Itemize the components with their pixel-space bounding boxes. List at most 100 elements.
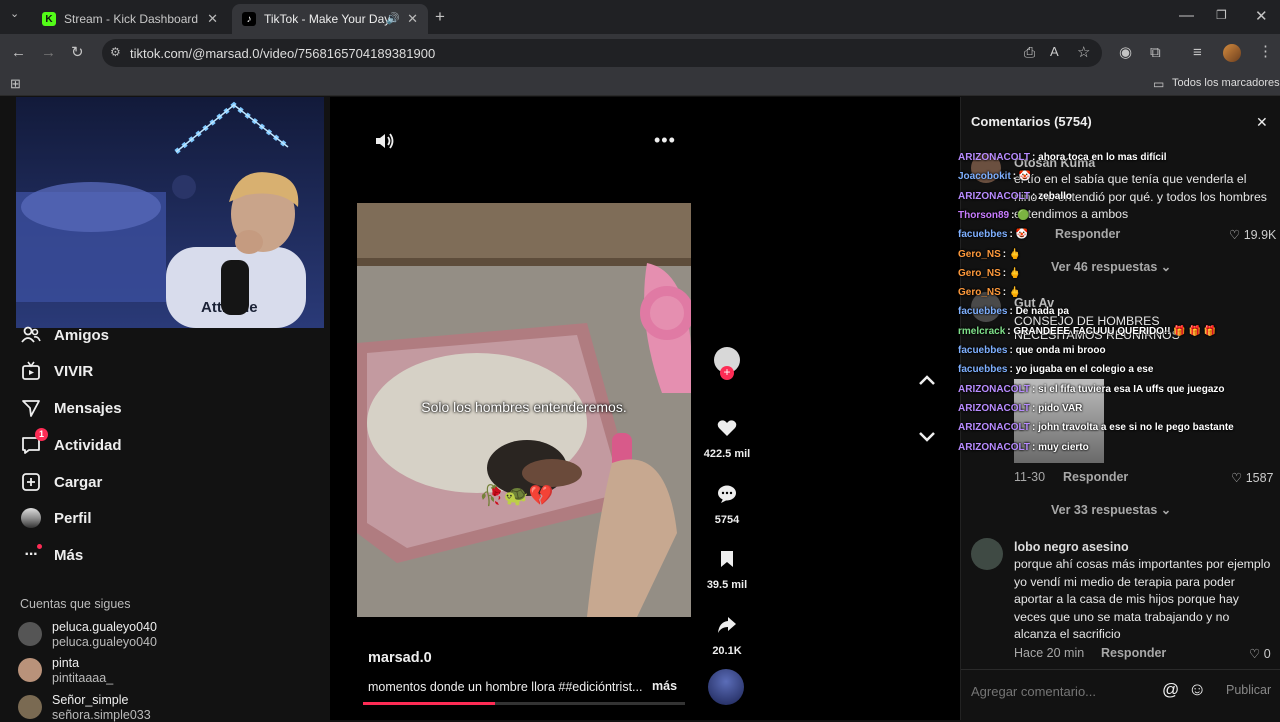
nav-more[interactable]: ··· Más: [20, 542, 83, 568]
chat-username: ARIZONACOLT: [958, 402, 1031, 414]
tab-kick-dashboard[interactable]: K Stream - Kick Dashboard ✕: [32, 4, 228, 34]
reply-button[interactable]: Responder: [1101, 646, 1166, 660]
back-icon[interactable]: ←: [11, 45, 26, 60]
comment-text: porque ahí cosas más importantes por eje…: [1014, 557, 1271, 641]
chat-text: : zeballo: [1032, 190, 1073, 202]
translate-icon[interactable]: A: [1050, 44, 1059, 59]
comments-title: Comentarios (5754): [971, 114, 1092, 129]
media-control-icon[interactable]: ≡: [1193, 45, 1202, 60]
description-more-link[interactable]: más: [652, 679, 677, 693]
extension-icon[interactable]: ◉: [1119, 45, 1132, 60]
extensions-puzzle-icon[interactable]: ⧉: [1150, 45, 1161, 60]
browser-menu-icon[interactable]: ⋮: [1258, 44, 1273, 59]
chat-text: : si el fifa tuviera esa IA uffs que jue…: [1032, 383, 1225, 395]
comment-button[interactable]: 5754: [700, 485, 754, 526]
comment-input[interactable]: [971, 678, 1151, 704]
emoji-icon[interactable]: ☺: [1188, 679, 1206, 700]
chat-text: : 🟢: [1011, 209, 1030, 221]
share-button[interactable]: 20.1K: [700, 616, 754, 657]
following-handle: pintitaaaa_: [52, 671, 114, 685]
chat-message: rmelcrack: GRANDEEE FACUUU QUERIDO!! 🎁 🎁…: [958, 326, 1216, 337]
nav-profile[interactable]: Perfil: [20, 505, 92, 531]
chat-username: ARIZONACOLT: [958, 422, 1031, 434]
nav-messages[interactable]: Mensajes: [20, 395, 122, 421]
comment-user[interactable]: lobo negro asesino: [1014, 540, 1129, 554]
comment-likes[interactable]: ♡ 1587: [1231, 470, 1274, 485]
close-tab-icon[interactable]: ✕: [407, 11, 418, 27]
author-avatar[interactable]: +: [714, 347, 740, 380]
nav-label: Más: [54, 546, 84, 564]
chat-message: ARIZONACOLT: john travolta a ese si no l…: [958, 422, 1234, 433]
tab-search-icon[interactable]: ⌄: [10, 9, 19, 20]
comment-icon: [718, 485, 736, 503]
comment-likes[interactable]: ♡ 0: [1249, 646, 1271, 661]
nav-label: Perfil: [54, 509, 92, 527]
close-tab-icon[interactable]: ✕: [207, 11, 218, 27]
chat-text: : muy cierto: [1032, 441, 1089, 453]
reload-icon[interactable]: ↻: [71, 45, 84, 60]
chat-username: Thorson89: [958, 209, 1010, 221]
close-comments-icon[interactable]: ✕: [1256, 114, 1268, 131]
more-options-icon[interactable]: •••: [654, 130, 676, 151]
minimize-icon[interactable]: —: [1179, 8, 1194, 23]
profile-avatar[interactable]: [1223, 44, 1241, 62]
all-bookmarks-link[interactable]: Todos los marcadores: [1172, 77, 1280, 89]
save-button[interactable]: 39.5 mil: [700, 550, 754, 591]
following-name: peluca.gualeyo040: [52, 620, 157, 634]
chat-text: : yo jugaba en el colegio a ese: [1009, 364, 1154, 376]
following-title: Cuentas que sigues: [20, 597, 131, 611]
nav-friends[interactable]: Amigos: [20, 322, 109, 348]
chat-message: Gero_NS: 🖕: [958, 268, 1021, 279]
music-disc-icon[interactable]: [708, 669, 744, 705]
bookmark-star-icon[interactable]: ☆: [1077, 43, 1090, 61]
tab-tiktok[interactable]: ♪ TikTok - Make Your Day 🔊 ✕: [232, 4, 428, 34]
chat-username: facuebbes: [958, 345, 1008, 356]
video-frame[interactable]: Solo los hombres entenderemos. 🥀🐢💔: [357, 203, 691, 617]
share-icon: [718, 617, 736, 633]
forward-icon[interactable]: →: [41, 45, 56, 60]
heart-icon: [717, 420, 737, 436]
chat-username: ARIZONACOLT: [958, 383, 1031, 395]
follow-plus-icon[interactable]: +: [720, 366, 734, 380]
video-author[interactable]: marsad.0: [368, 650, 432, 666]
chat-username: ARIZONACOLT: [958, 152, 1031, 163]
like-button[interactable]: 422.5 mil: [700, 419, 754, 460]
avatar: [18, 622, 42, 646]
chat-text: : GRANDEEE FACUUU QUERIDO!! 🎁 🎁 🎁: [1007, 325, 1217, 337]
publish-button[interactable]: Publicar: [1226, 683, 1271, 697]
nav-upload[interactable]: Cargar: [20, 469, 102, 495]
mention-icon[interactable]: @: [1162, 680, 1179, 700]
site-info-icon[interactable]: ⚙: [110, 45, 121, 59]
like-count: 422.5 mil: [703, 448, 751, 460]
chat-username: Gero_NS: [958, 248, 1001, 260]
chat-text: : 🖕: [1002, 248, 1022, 260]
view-replies-label: Ver 33 respuestas: [1051, 503, 1158, 517]
previous-video-icon[interactable]: [918, 373, 936, 391]
comment-like-count: 0: [1263, 647, 1271, 661]
video-progress-track[interactable]: [363, 702, 685, 705]
comment-avatar[interactable]: [971, 538, 1003, 570]
address-bar[interactable]: ⚙ tiktok.com/@marsad.0/video/75681657041…: [102, 39, 1102, 67]
close-window-icon[interactable]: ✕: [1255, 9, 1268, 24]
chat-username: Gero_NS: [958, 287, 1001, 299]
chat-message: ARIZONACOLT: pido VAR: [958, 403, 1082, 414]
view-replies-button[interactable]: Ver 33 respuestas ⌄: [1051, 502, 1171, 517]
comment-date: Hace 20 min: [1014, 646, 1085, 660]
chat-username: ARIZONACOLT: [958, 441, 1031, 453]
next-video-icon[interactable]: [918, 430, 936, 448]
audio-playing-icon[interactable]: 🔊: [386, 12, 400, 25]
nav-activity[interactable]: 1 Actividad: [20, 428, 122, 458]
activity-icon: 1: [20, 428, 48, 456]
apps-grid-icon[interactable]: ⊞: [10, 77, 21, 90]
folder-icon: ▭: [1153, 77, 1165, 91]
chat-username: Gero_NS: [958, 267, 1001, 279]
chat-message: facuebbes: que onda mi brooo: [958, 345, 1106, 356]
new-tab-icon[interactable]: +: [435, 8, 445, 25]
reply-button[interactable]: Responder: [1063, 470, 1128, 484]
maximize-icon[interactable]: ❐: [1216, 9, 1227, 21]
install-app-icon[interactable]: ⎙: [1024, 44, 1035, 61]
video-progress-fill: [363, 702, 496, 705]
chat-message: ARIZONACOLT: zeballo: [958, 191, 1072, 202]
nav-live[interactable]: VIVIR: [20, 358, 93, 384]
volume-icon[interactable]: [374, 131, 396, 156]
